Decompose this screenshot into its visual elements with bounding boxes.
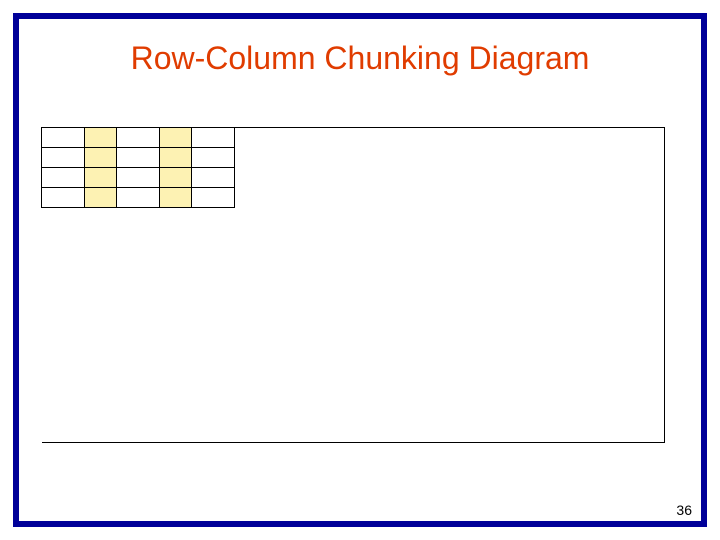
grid-cell [117,128,160,148]
grid-cell [117,148,160,168]
grid-cell [192,128,235,148]
grid-cell-highlighted [84,128,116,148]
page-number: 36 [676,502,692,518]
grid-cell [42,128,85,148]
grid-cell-highlighted [84,188,116,208]
grid-cell [117,188,160,208]
grid-cell-highlighted [159,128,191,148]
grid-cell-highlighted [159,148,191,168]
table-row [42,188,235,208]
grid-cell [192,188,235,208]
grid-cell-highlighted [159,168,191,188]
grid-cell [42,168,85,188]
chunking-grid [41,127,235,208]
grid-cell-highlighted [159,188,191,208]
table-row [42,168,235,188]
grid-cell [192,168,235,188]
grid-cell-highlighted [84,168,116,188]
grid-cell-highlighted [84,148,116,168]
slide: Row-Column Chunking Diagram [0,0,720,540]
content-box [42,127,665,443]
grid-cell [117,168,160,188]
table-row [42,128,235,148]
grid-cell [42,148,85,168]
grid-cell [192,148,235,168]
table-row [42,148,235,168]
grid-cell [42,188,85,208]
slide-title: Row-Column Chunking Diagram [0,40,720,77]
